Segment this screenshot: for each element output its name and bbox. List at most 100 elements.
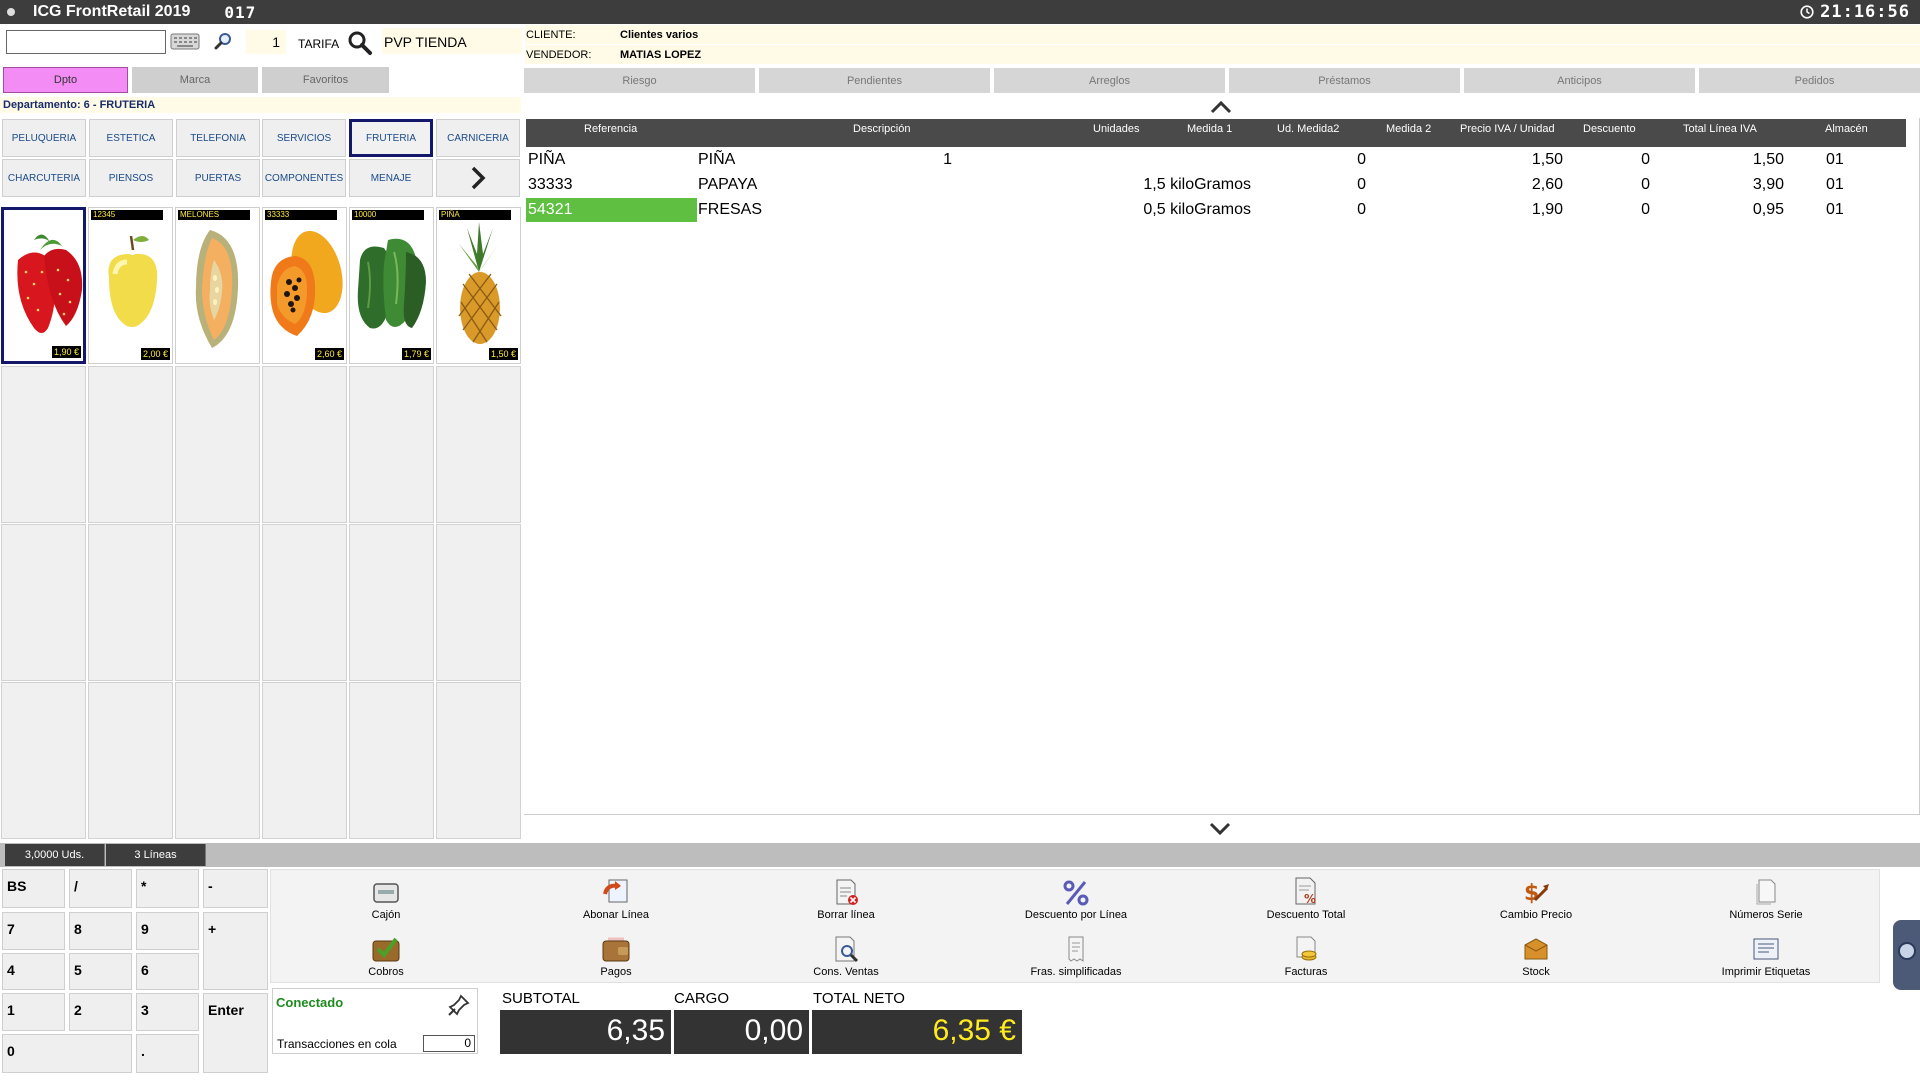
- tab-pendientes[interactable]: Pendientes: [759, 68, 990, 93]
- key-5[interactable]: 5: [69, 953, 132, 990]
- tab-prestamos[interactable]: Préstamos: [1229, 68, 1460, 93]
- empty-product-cell[interactable]: [175, 524, 260, 681]
- key-2[interactable]: 2: [69, 993, 132, 1031]
- tab-dpto[interactable]: Dpto: [3, 67, 128, 93]
- scroll-down-icon[interactable]: [1208, 821, 1232, 837]
- key-6[interactable]: 6: [136, 953, 199, 990]
- product-tile-strawberry[interactable]: 1,90 €: [1, 207, 86, 364]
- key-divide[interactable]: /: [69, 869, 132, 908]
- key-4[interactable]: 4: [2, 953, 65, 990]
- empty-product-cell[interactable]: [349, 366, 434, 523]
- client-row[interactable]: CLIENTE: Clientes varios: [525, 25, 1920, 44]
- key-0[interactable]: 0: [2, 1034, 132, 1073]
- cajon-button[interactable]: Cajón: [286, 874, 486, 930]
- vendor-row[interactable]: VENDEDOR: MATIAS LOPEZ: [525, 45, 1920, 64]
- family-puertas[interactable]: PUERTAS: [176, 159, 260, 197]
- product-tile-papaya[interactable]: 33333 2,60 €: [262, 207, 347, 364]
- numeros-serie-button[interactable]: Números Serie: [1666, 874, 1866, 930]
- family-estetica[interactable]: ESTETICA: [89, 119, 173, 157]
- key-minus[interactable]: -: [203, 869, 268, 908]
- tab-riesgo[interactable]: Riesgo: [524, 68, 755, 93]
- key-enter[interactable]: Enter: [203, 993, 268, 1073]
- col-referencia[interactable]: Referencia: [584, 123, 637, 135]
- family-componentes[interactable]: COMPONENTES: [262, 159, 346, 197]
- empty-product-cell[interactable]: [262, 524, 347, 681]
- key-backspace[interactable]: BS: [2, 869, 65, 908]
- borrar-linea-button[interactable]: Borrar línea: [746, 874, 946, 930]
- cambio-precio-button[interactable]: $ Cambio Precio: [1436, 874, 1636, 930]
- key-1[interactable]: 1: [2, 993, 65, 1031]
- keyboard-icon[interactable]: [170, 31, 200, 56]
- side-panel-toggle[interactable]: [1893, 920, 1920, 990]
- family-piensos[interactable]: PIENSOS: [89, 159, 173, 197]
- empty-product-cell[interactable]: [88, 682, 173, 839]
- descuento-total-button[interactable]: % Descuento Total: [1206, 874, 1406, 930]
- empty-product-cell[interactable]: [175, 682, 260, 839]
- key-9[interactable]: 9: [136, 912, 199, 950]
- empty-product-cell[interactable]: [436, 682, 521, 839]
- tab-marca[interactable]: Marca: [132, 67, 258, 93]
- empty-product-cell[interactable]: [349, 524, 434, 681]
- stock-button[interactable]: Stock: [1436, 931, 1636, 987]
- pagos-button[interactable]: Pagos: [516, 931, 716, 987]
- col-descuento[interactable]: Descuento: [1583, 123, 1636, 135]
- key-plus[interactable]: +: [203, 912, 268, 990]
- empty-product-cell[interactable]: [1, 366, 86, 523]
- empty-product-cell[interactable]: [436, 366, 521, 523]
- pin-icon[interactable]: [447, 993, 471, 1017]
- descuento-linea-button[interactable]: Descuento por Línea: [976, 874, 1176, 930]
- tab-favoritos[interactable]: Favoritos: [262, 67, 389, 93]
- family-servicios[interactable]: SERVICIOS: [262, 119, 346, 157]
- tarifa-value[interactable]: PVP TIENDA: [382, 28, 522, 54]
- col-descripcion[interactable]: Descripción: [853, 123, 910, 135]
- key-multiply[interactable]: *: [136, 869, 199, 908]
- empty-product-cell[interactable]: [88, 524, 173, 681]
- family-carniceria[interactable]: CARNICERIA: [436, 119, 520, 157]
- article-search-icon[interactable]: [214, 31, 234, 56]
- product-tile-pineapple[interactable]: PIÑA 1,50 €: [436, 207, 521, 364]
- table-row[interactable]: 33333 PAPAYA 1,5 kiloGramos 0 2,60 0 3,9…: [526, 173, 1906, 197]
- key-8[interactable]: 8: [69, 912, 132, 950]
- col-medida1[interactable]: Medida 1: [1187, 123, 1232, 135]
- product-tile-cucumber[interactable]: 10000 1,79 €: [349, 207, 434, 364]
- col-total[interactable]: Total Línea IVA: [1683, 123, 1757, 135]
- product-tile-apple[interactable]: 12345 2,00 €: [88, 207, 173, 364]
- table-row-selected[interactable]: 54321 FRESAS 0,5 kiloGramos 0 1,90 0 0,9…: [526, 198, 1906, 222]
- col-precio[interactable]: Precio IVA / Unidad: [1460, 123, 1555, 135]
- abonar-linea-button[interactable]: Abonar Línea: [516, 874, 716, 930]
- imprimir-etiquetas-button[interactable]: Imprimir Etiquetas: [1666, 931, 1866, 987]
- family-telefonia[interactable]: TELEFONIA: [176, 119, 260, 157]
- tab-pedidos[interactable]: Pedidos: [1699, 68, 1920, 93]
- family-peluqueria[interactable]: PELUQUERIA: [2, 119, 86, 157]
- col-almacen[interactable]: Almacén: [1825, 123, 1868, 135]
- facturas-button[interactable]: Facturas: [1206, 931, 1406, 987]
- scroll-up-icon[interactable]: [1209, 99, 1233, 115]
- empty-product-cell[interactable]: [262, 366, 347, 523]
- empty-product-cell[interactable]: [436, 524, 521, 681]
- key-decimal[interactable]: .: [136, 1034, 199, 1073]
- family-fruteria[interactable]: FRUTERIA: [349, 119, 433, 157]
- empty-product-cell[interactable]: [1, 524, 86, 681]
- family-next-button[interactable]: [436, 159, 520, 197]
- app-menu-icon[interactable]: [7, 8, 15, 16]
- empty-product-cell[interactable]: [175, 366, 260, 523]
- fras-simplificadas-button[interactable]: Fras. simplificadas: [976, 931, 1176, 987]
- tab-arreglos[interactable]: Arreglos: [994, 68, 1225, 93]
- col-unidades[interactable]: Unidades: [1093, 123, 1139, 135]
- barcode-search-input[interactable]: [6, 30, 166, 54]
- family-menaje[interactable]: MENAJE: [349, 159, 433, 197]
- cobros-button[interactable]: Cobros: [286, 931, 486, 987]
- col-medida2[interactable]: Medida 2: [1386, 123, 1431, 135]
- quantity-field[interactable]: 1: [246, 30, 286, 54]
- key-3[interactable]: 3: [136, 993, 199, 1031]
- cons-ventas-button[interactable]: Cons. Ventas: [746, 931, 946, 987]
- table-row[interactable]: PIÑA PIÑA 1 0 1,50 0 1,50 01: [526, 148, 1906, 172]
- empty-product-cell[interactable]: [88, 366, 173, 523]
- tab-anticipos[interactable]: Anticipos: [1464, 68, 1695, 93]
- empty-product-cell[interactable]: [1, 682, 86, 839]
- key-7[interactable]: 7: [2, 912, 65, 950]
- empty-product-cell[interactable]: [349, 682, 434, 839]
- product-tile-melon[interactable]: MELONES: [175, 207, 260, 364]
- family-charcuteria[interactable]: CHARCUTERIA: [2, 159, 86, 197]
- tarifa-search-icon[interactable]: [347, 30, 373, 61]
